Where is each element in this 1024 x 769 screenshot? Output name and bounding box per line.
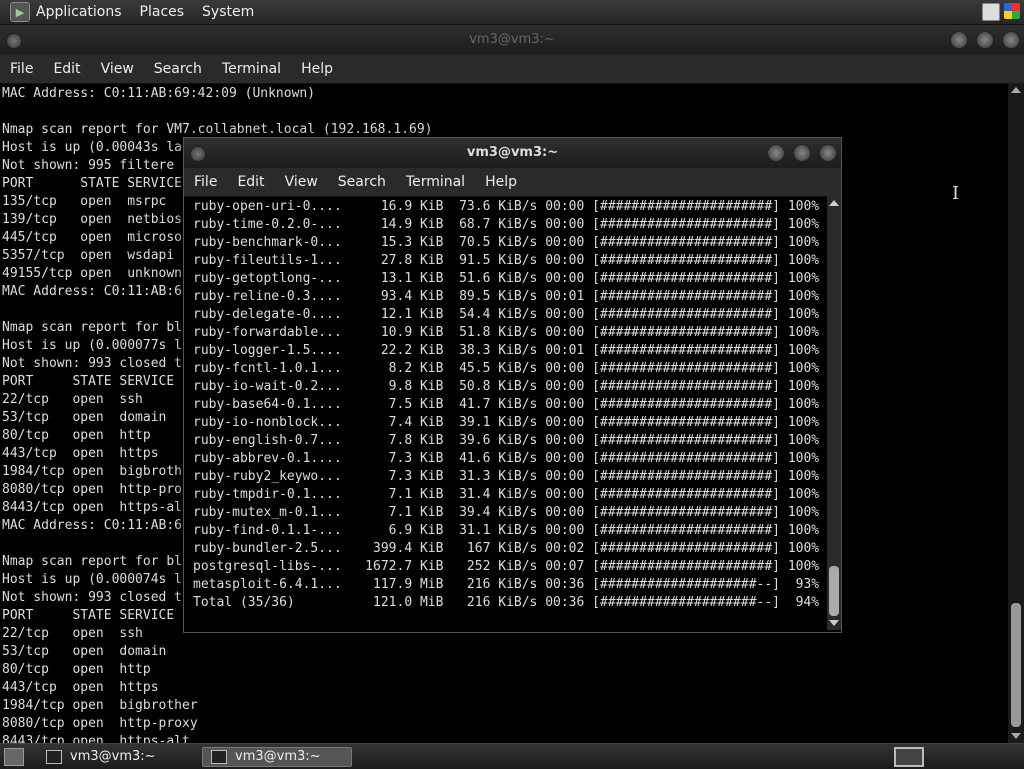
scroll-down-icon[interactable] (829, 620, 839, 626)
terminal-line: ruby-reline-0.3.... 93.4 KiB 89.5 KiB/s … (193, 289, 820, 304)
menu-search[interactable]: Search (338, 174, 386, 190)
terminal-line: ruby-fileutils-1... 27.8 KiB 91.5 KiB/s … (193, 253, 820, 268)
menu-edit[interactable]: Edit (237, 174, 264, 190)
terminal-line: 53/tcp open domain (2, 644, 167, 659)
menu-view[interactable]: View (285, 174, 318, 190)
terminal-line: postgresql-libs-... 1672.7 KiB 252 KiB/s… (193, 559, 820, 574)
terminal-line: ruby-tmpdir-0.1.... 7.1 KiB 31.4 KiB/s 0… (193, 487, 820, 502)
menu-search[interactable]: Search (154, 61, 202, 77)
terminal-line: ruby-io-nonblock... 7.4 KiB 39.1 KiB/s 0… (193, 415, 820, 430)
menu-applications[interactable]: Applications (36, 4, 122, 20)
terminal-line: metasploit-6.4.1... 117.9 MiB 216 KiB/s … (193, 577, 820, 592)
window-title: vm3@vm3:~ (466, 145, 559, 160)
scrollbar-thumb[interactable] (829, 566, 839, 616)
terminal-line: ruby-time-0.2.0-... 14.9 KiB 68.7 KiB/s … (193, 217, 820, 232)
terminal-line: ruby-getoptlong-... 13.1 KiB 51.6 KiB/s … (193, 271, 820, 286)
terminal-line: ruby-base64-0.1.... 7.5 KiB 41.7 KiB/s 0… (193, 397, 820, 412)
taskbar-item-terminal-1[interactable]: vm3@vm3:~ (38, 747, 188, 767)
menu-help[interactable]: Help (301, 61, 333, 77)
terminal-scrollbar[interactable] (827, 196, 841, 630)
terminal-line: ruby-benchmark-0... 15.3 KiB 70.5 KiB/s … (193, 235, 820, 250)
workspace-switcher[interactable] (894, 747, 924, 767)
scroll-up-icon[interactable] (1011, 87, 1021, 93)
taskbar-item-terminal-2[interactable]: vm3@vm3:~ (202, 746, 352, 767)
menu-terminal[interactable]: Terminal (406, 174, 465, 190)
terminal-line: ruby-mutex_m-0.1... 7.1 KiB 39.4 KiB/s 0… (193, 505, 820, 520)
maximize-icon[interactable] (976, 31, 994, 49)
menu-view[interactable]: View (101, 61, 134, 77)
window-titlebar[interactable]: vm3@vm3:~ (184, 138, 841, 168)
terminal-menubar: File Edit View Search Terminal Help (184, 168, 841, 197)
terminal-line: ruby-fcntl-1.0.1... 8.2 KiB 45.5 KiB/s 0… (193, 361, 820, 376)
terminal-scrollbar[interactable] (1008, 83, 1024, 743)
text-cursor-icon: I (952, 183, 960, 204)
menu-system[interactable]: System (202, 4, 254, 20)
terminal-line: ruby-forwardable... 10.9 KiB 51.8 KiB/s … (193, 325, 820, 340)
scroll-up-icon[interactable] (829, 200, 839, 206)
terminal-line: 8080/tcp open http-proxy (2, 716, 198, 731)
terminal-line: ruby-logger-1.5.... 22.2 KiB 38.3 KiB/s … (193, 343, 820, 358)
terminal-line: 1984/tcp open bigbrother (2, 698, 198, 713)
terminal-line: ruby-io-wait-0.2... 9.8 KiB 50.8 KiB/s 0… (193, 379, 820, 394)
terminal-line: ruby-find-0.1.1-... 6.9 KiB 31.1 KiB/s 0… (193, 523, 820, 538)
terminal-icon (46, 749, 62, 764)
terminal-line: 443/tcp open https (2, 680, 159, 695)
terminal-line: 80/tcp open http (2, 662, 151, 677)
taskbar: vm3@vm3:~ vm3@vm3:~ (0, 743, 1024, 769)
close-icon[interactable] (1002, 31, 1020, 49)
terminal-line: ruby-english-0.7... 7.8 KiB 39.6 KiB/s 0… (193, 433, 820, 448)
close-icon[interactable] (819, 144, 837, 162)
terminal-line: 8443/tcp open https-alt (2, 734, 190, 743)
window-menu-icon[interactable] (190, 146, 206, 162)
terminal-line: ruby-abbrev-0.1.... 7.3 KiB 41.6 KiB/s 0… (193, 451, 820, 466)
browser-icon[interactable] (1004, 3, 1020, 19)
terminal-line: MAC Address: C0:11:AB:69:42:09 (Unknown) (2, 86, 316, 101)
minimize-icon[interactable] (767, 144, 785, 162)
scroll-down-icon[interactable] (1011, 733, 1021, 739)
terminal-line: ruby-ruby2_keywo... 7.3 KiB 31.3 KiB/s 0… (193, 469, 820, 484)
terminal-icon (211, 749, 227, 764)
window-title: vm3@vm3:~ (469, 32, 555, 47)
taskbar-item-label: vm3@vm3:~ (70, 749, 156, 764)
terminal-menubar: File Edit View Search Terminal Help (0, 55, 1024, 84)
terminal-line: ruby-open-uri-0.... 16.9 KiB 73.6 KiB/s … (193, 199, 820, 214)
menu-edit[interactable]: Edit (53, 61, 80, 77)
terminal-line: ruby-delegate-0.... 12.1 KiB 54.4 KiB/s … (193, 307, 820, 322)
terminal-output[interactable]: ruby-open-uri-0.... 16.9 KiB 73.6 KiB/s … (184, 196, 825, 630)
menu-help[interactable]: Help (485, 174, 517, 190)
menu-file[interactable]: File (10, 61, 33, 77)
window-menu-icon[interactable] (6, 33, 22, 49)
scrollbar-thumb[interactable] (1011, 603, 1021, 727)
top-panel: ▶ Applications Places System (0, 0, 1024, 25)
screenshot-icon[interactable] (982, 3, 1000, 21)
terminal-window-front[interactable]: vm3@vm3:~ File Edit View Search Terminal… (183, 137, 842, 633)
system-tray (982, 3, 1020, 21)
taskbar-item-label: vm3@vm3:~ (235, 749, 321, 764)
menu-terminal[interactable]: Terminal (222, 61, 281, 77)
menu-places[interactable]: Places (140, 4, 185, 20)
terminal-line: ruby-bundler-2.5... 399.4 KiB 167 KiB/s … (193, 541, 820, 556)
window-titlebar[interactable]: vm3@vm3:~ (0, 25, 1024, 55)
terminal-line: Total (35/36) 121.0 MiB 216 KiB/s 00:36 … (193, 595, 820, 610)
applications-icon[interactable]: ▶ (10, 2, 30, 22)
show-desktop-icon[interactable] (4, 747, 24, 766)
maximize-icon[interactable] (793, 144, 811, 162)
menu-file[interactable]: File (194, 174, 217, 190)
minimize-icon[interactable] (950, 31, 968, 49)
